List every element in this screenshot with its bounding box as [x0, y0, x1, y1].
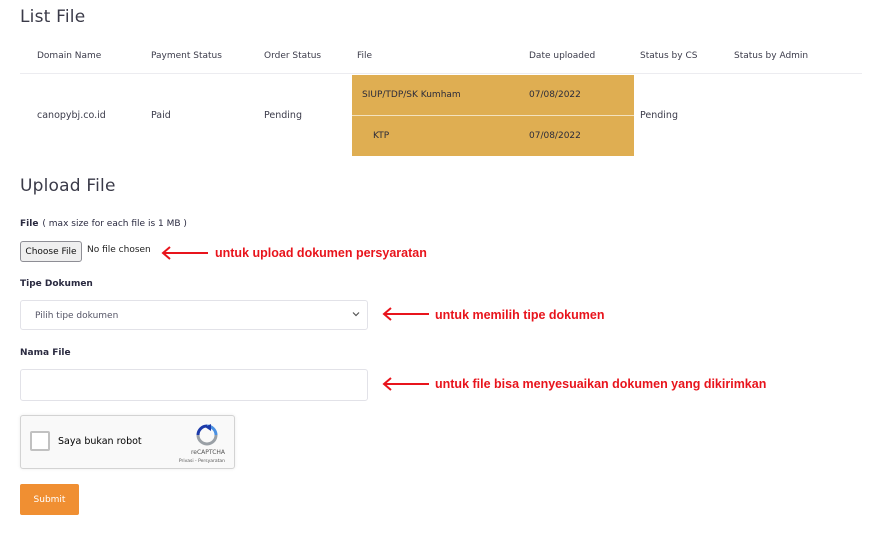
cell-domain: canopybj.co.id	[37, 110, 106, 121]
recaptcha-widget: Saya bukan robot reCAPTCHA Privasi - Per…	[20, 415, 235, 469]
file-row-ktp: KTP 07/08/2022	[352, 116, 634, 156]
file-name: SIUP/TDP/SK Kumham	[362, 90, 461, 100]
arrow-left-icon	[382, 377, 429, 391]
file-date: 07/08/2022	[529, 90, 581, 100]
doc-type-label: Tipe Dokumen	[20, 279, 93, 289]
col-date-uploaded: Date uploaded	[529, 51, 596, 61]
choose-file-button[interactable]: Choose File	[20, 241, 82, 262]
cell-status-cs: Pending	[640, 110, 678, 121]
col-order-status: Order Status	[264, 51, 322, 61]
file-label: File( max size for each file is 1 MB )	[20, 219, 187, 229]
annotation-upload: untuk upload dokumen persyaratan	[215, 246, 427, 260]
annotation-file-name: untuk file bisa menyesuaikan dokumen yan…	[435, 377, 767, 391]
file-name-label: Nama File	[20, 348, 71, 358]
cell-payment-status: Paid	[151, 110, 171, 121]
arrow-left-icon	[161, 246, 208, 260]
col-file: File	[357, 51, 373, 61]
file-size-note: ( max size for each file is 1 MB )	[42, 219, 187, 229]
list-file-title: List File	[20, 7, 86, 27]
file-name: KTP	[373, 131, 390, 141]
arrow-left-icon	[382, 307, 429, 321]
recaptcha-checkbox[interactable]	[30, 431, 50, 451]
submit-button[interactable]: Submit	[20, 484, 79, 515]
col-status-admin: Status by Admin	[734, 51, 809, 61]
file-label-text: File	[20, 219, 39, 229]
chevron-down-icon	[352, 312, 360, 317]
file-row-siup: SIUP/TDP/SK Kumham 07/08/2022	[352, 75, 634, 115]
col-domain-name: Domain Name	[37, 51, 102, 61]
no-file-chosen-text: No file chosen	[87, 245, 151, 255]
file-date: 07/08/2022	[529, 131, 581, 141]
recaptcha-terms-link[interactable]: Privasi - Persyaratan	[179, 459, 225, 464]
recaptcha-logo-icon	[196, 424, 218, 446]
doc-type-placeholder: Pilih tipe dokumen	[35, 311, 119, 321]
header-divider	[20, 73, 862, 74]
file-name-input[interactable]	[20, 369, 368, 401]
recaptcha-label: Saya bukan robot	[58, 436, 142, 447]
col-status-cs: Status by CS	[640, 51, 698, 61]
doc-type-select[interactable]: Pilih tipe dokumen	[20, 300, 368, 330]
upload-file-title: Upload File	[20, 176, 116, 196]
cell-order-status: Pending	[264, 110, 302, 121]
col-payment-status: Payment Status	[151, 51, 222, 61]
recaptcha-brand: reCAPTCHA	[190, 449, 225, 456]
annotation-doc-type: untuk memilih tipe dokumen	[435, 308, 605, 322]
